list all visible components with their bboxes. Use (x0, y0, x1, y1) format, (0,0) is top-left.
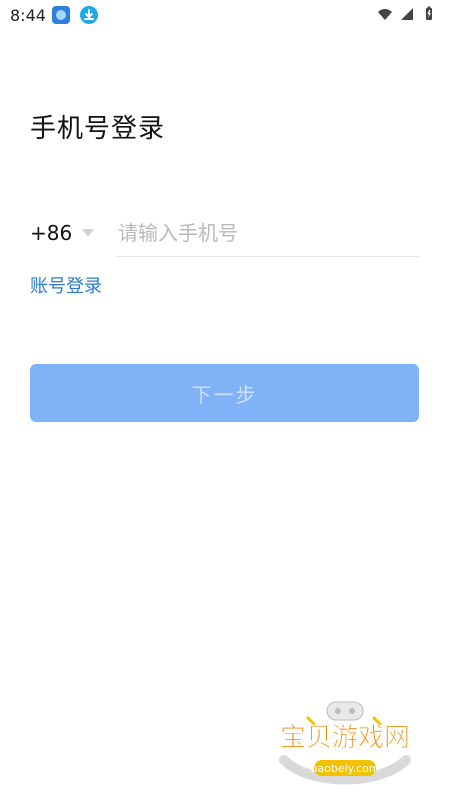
status-bar: 8:44 (0, 0, 449, 32)
next-step-button[interactable]: 下一步 (30, 364, 419, 422)
page-title: 手机号登录 (30, 114, 166, 144)
battery-charging-icon (426, 6, 432, 20)
status-icons (377, 6, 437, 22)
signal-icon (401, 8, 413, 20)
phone-input-container (116, 210, 419, 257)
watermark-domain: baobeiy.com (310, 762, 379, 775)
wifi-icon (378, 9, 392, 20)
phone-input[interactable] (116, 212, 419, 254)
phone-login-row: +86 (30, 210, 419, 257)
country-code-label: +86 (30, 221, 73, 245)
watermark-brand-cn: 宝贝游戏网 (280, 723, 410, 753)
country-code-selector[interactable]: +86 (30, 210, 100, 256)
account-login-link[interactable]: 账号登录 (30, 272, 102, 298)
watermark-logo: 宝贝游戏网 baobeiy.com (270, 700, 420, 796)
watermark-graphic: 宝贝游戏网 baobeiy.com (279, 701, 411, 785)
status-time: 8:44 (10, 6, 46, 25)
app-notification-icon (52, 6, 70, 24)
download-icon (80, 6, 98, 24)
chevron-down-icon (82, 229, 95, 237)
